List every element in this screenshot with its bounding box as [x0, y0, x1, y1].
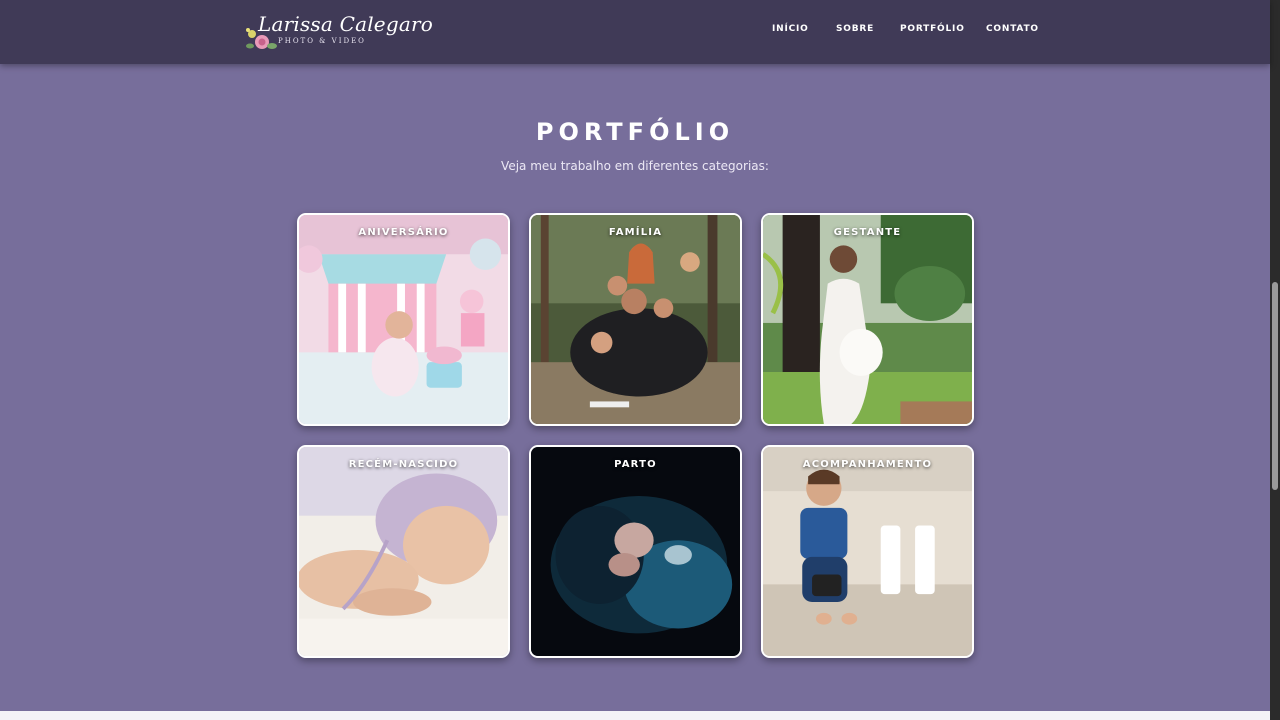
- birth-photo: [531, 447, 740, 656]
- category-card-gestante[interactable]: GESTANTE: [761, 213, 974, 426]
- page-scrollbar[interactable]: [1270, 0, 1280, 720]
- category-label: ACOMPANHAMENTO: [802, 459, 933, 470]
- nav-item-inicio[interactable]: INÍCIO: [772, 24, 809, 34]
- family-photo: [531, 215, 740, 424]
- section-title: PORTFÓLIO: [535, 118, 735, 146]
- next-section-edge: [0, 711, 1270, 720]
- main-nav: INÍCIO SOBRE PORTFÓLIO CONTATO: [0, 24, 1270, 38]
- birthday-photo: [299, 215, 508, 424]
- nav-item-portfolio[interactable]: PORTFÓLIO: [900, 24, 965, 34]
- category-card-familia[interactable]: FAMÍLIA: [529, 213, 742, 426]
- maternity-photo: [763, 215, 972, 424]
- site-header: Larissa Calegaro PHOTO & VIDEO INÍCIO SO…: [0, 0, 1270, 64]
- category-label: GESTANTE: [833, 227, 902, 238]
- category-card-parto[interactable]: PARTO: [529, 445, 742, 658]
- nav-item-sobre[interactable]: SOBRE: [836, 24, 874, 34]
- scrollbar-thumb[interactable]: [1272, 282, 1278, 490]
- section-subtitle: Veja meu trabalho em diferentes categori…: [501, 159, 769, 173]
- category-label: ANIVERSÁRIO: [358, 227, 449, 238]
- baby-milestone-photo: [763, 447, 972, 656]
- brand-tagline: PHOTO & VIDEO: [278, 37, 366, 45]
- category-label: RECÉM-NASCIDO: [348, 459, 459, 470]
- newborn-photo: [299, 447, 508, 656]
- category-card-recem-nascido[interactable]: RECÉM-NASCIDO: [297, 445, 510, 658]
- category-label: FAMÍLIA: [608, 227, 663, 238]
- category-label: PARTO: [614, 459, 657, 470]
- category-card-acompanhamento[interactable]: ACOMPANHAMENTO: [761, 445, 974, 658]
- category-card-aniversario[interactable]: ANIVERSÁRIO: [297, 213, 510, 426]
- nav-item-contato[interactable]: CONTATO: [986, 24, 1039, 34]
